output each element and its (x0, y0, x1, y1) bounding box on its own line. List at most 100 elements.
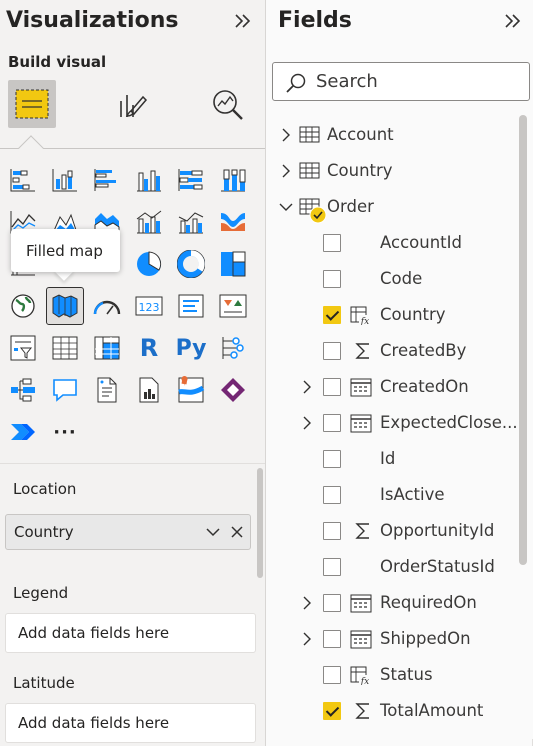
mode-caret (18, 135, 44, 161)
fields-scrollbar[interactable] (519, 115, 527, 565)
sum-icon (355, 343, 369, 359)
field-name: TotalAmount (380, 701, 484, 720)
field-checkbox[interactable] (323, 414, 341, 432)
table-row-order[interactable]: Order (266, 189, 517, 225)
stacked-bar-chart-icon[interactable] (5, 162, 41, 198)
latitude-drop-zone[interactable]: Add data fields here (5, 703, 256, 743)
field-row[interactable]: OpportunityId (266, 513, 517, 549)
table-row-account[interactable]: Account (266, 117, 517, 153)
field-checkbox[interactable] (323, 234, 341, 252)
power-automate-icon[interactable] (5, 414, 41, 450)
map-globe-icon[interactable] (5, 288, 41, 324)
field-checkbox[interactable] (323, 522, 341, 540)
field-row[interactable]: ExpectedClose... (266, 405, 518, 441)
table-name: Country (327, 161, 393, 180)
decomposition-tree-icon[interactable] (5, 372, 41, 408)
field-row[interactable]: CreatedOn (266, 369, 517, 405)
line-and-clustered-column-icon[interactable] (173, 204, 209, 240)
chevron-right-icon[interactable] (278, 163, 294, 179)
field-row[interactable]: Code (266, 261, 517, 297)
filled-map-icon[interactable] (46, 287, 84, 325)
ribbon-chart-icon[interactable] (215, 204, 251, 240)
100pct-stacked-bar-icon[interactable] (173, 162, 209, 198)
collapse-pane-icon[interactable] (232, 10, 254, 32)
more-visuals-icon[interactable]: ··· (47, 414, 83, 450)
format-visual-button[interactable] (108, 80, 156, 128)
field-row[interactable]: ShippedOn (266, 621, 517, 657)
field-row[interactable]: fx Country (266, 297, 517, 333)
qa-visual-icon[interactable] (47, 372, 83, 408)
field-checkbox[interactable] (323, 378, 341, 396)
build-visual-icon (15, 89, 49, 119)
card-icon[interactable]: 123 (131, 288, 167, 324)
treemap-icon[interactable] (215, 246, 251, 282)
stacked-column-chart-icon[interactable] (47, 162, 83, 198)
donut-chart-icon[interactable] (173, 246, 209, 282)
table-icon[interactable] (47, 330, 83, 366)
python-visual-icon[interactable]: Py (173, 330, 209, 366)
wells-scrollbar[interactable] (257, 468, 263, 578)
clustered-column-chart-icon[interactable] (131, 162, 167, 198)
field-row[interactable]: Id (266, 441, 517, 477)
visualizations-pane: Visualizations Build visual 123 R Py ···… (0, 0, 265, 746)
field-row[interactable]: RequiredOn (266, 585, 517, 621)
key-influencers-icon[interactable] (215, 330, 251, 366)
field-checkbox[interactable] (323, 486, 341, 504)
chevron-right-icon[interactable] (299, 631, 315, 647)
field-row[interactable]: TotalAmount (266, 693, 517, 729)
field-row[interactable]: OrderStatusId (266, 549, 517, 585)
clustered-bar-chart-icon[interactable] (89, 162, 125, 198)
field-checkbox[interactable] (323, 630, 341, 648)
field-row[interactable]: AccountId (266, 225, 517, 261)
field-checkbox[interactable] (323, 270, 341, 288)
field-row[interactable]: fx Status (266, 657, 517, 693)
r-script-visual-icon[interactable]: R (131, 330, 167, 366)
table-icon (299, 162, 320, 179)
selected-badge-icon (309, 206, 327, 224)
smart-narrative-icon[interactable] (89, 372, 125, 408)
chevron-down-icon[interactable] (204, 523, 222, 541)
kpi-icon[interactable] (215, 288, 251, 324)
chevron-right-icon[interactable] (299, 379, 315, 395)
pie-chart-icon[interactable] (131, 246, 167, 282)
table-row-country[interactable]: Country (266, 153, 517, 189)
multi-row-card-icon[interactable] (173, 288, 209, 324)
collapse-fields-icon[interactable] (502, 10, 524, 32)
field-row[interactable]: CreatedBy (266, 333, 517, 369)
field-checkbox[interactable] (323, 594, 341, 612)
gauge-icon[interactable] (89, 288, 125, 324)
100pct-stacked-column-icon[interactable] (215, 162, 251, 198)
field-checkbox[interactable] (323, 558, 341, 576)
field-checkbox[interactable] (323, 306, 341, 324)
search-placeholder: Search (316, 71, 378, 92)
legend-well-label: Legend (13, 584, 69, 602)
field-name: ShippedOn (380, 629, 471, 648)
build-visual-button[interactable] (8, 80, 56, 128)
remove-field-icon[interactable] (228, 523, 246, 541)
matrix-icon[interactable] (89, 330, 125, 366)
analytics-button[interactable] (204, 80, 252, 128)
field-name: Id (380, 449, 396, 468)
power-apps-icon[interactable] (215, 372, 251, 408)
field-row[interactable]: IsActive (266, 477, 517, 513)
location-well-label: Location (13, 480, 77, 498)
paginated-report-icon[interactable] (131, 372, 167, 408)
legend-drop-zone[interactable]: Add data fields here (5, 613, 256, 653)
field-checkbox[interactable] (323, 666, 341, 684)
line-and-stacked-column-icon[interactable] (131, 204, 167, 240)
azure-map-icon[interactable] (173, 372, 209, 408)
chevron-right-icon[interactable] (299, 595, 315, 611)
field-checkbox[interactable] (323, 450, 341, 468)
field-checkbox[interactable] (323, 342, 341, 360)
location-field-pill[interactable]: Country (5, 514, 251, 550)
fields-search-box[interactable]: Search (272, 62, 530, 101)
fields-title: Fields (278, 8, 352, 33)
chevron-down-icon[interactable] (278, 199, 294, 215)
calendar-icon (350, 630, 372, 649)
slicer-icon[interactable] (5, 330, 41, 366)
chevron-right-icon[interactable] (299, 415, 315, 431)
field-checkbox[interactable] (323, 702, 341, 720)
filled-map-tooltip: Filled map (11, 229, 120, 272)
chevron-right-icon[interactable] (278, 127, 294, 143)
field-name: Country (380, 305, 446, 324)
